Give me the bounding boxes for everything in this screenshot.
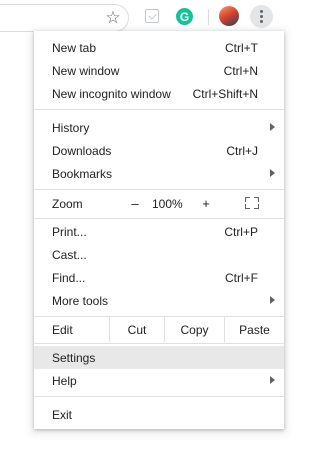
- menu-zoom-row: Zoom – 100% +: [34, 192, 284, 215]
- menu-item-history[interactable]: History: [34, 116, 284, 139]
- menu-item-label: Help: [52, 373, 77, 388]
- menu-divider: [34, 109, 284, 110]
- menu-item-print[interactable]: Print... Ctrl+P: [34, 220, 284, 243]
- edit-label: Edit: [52, 323, 73, 337]
- menu-item-find[interactable]: Find... Ctrl+F: [34, 266, 284, 289]
- menu-item-downloads[interactable]: Downloads Ctrl+J: [34, 139, 284, 162]
- menu-item-label: Bookmarks: [52, 166, 113, 181]
- menu-item-label: New tab: [52, 40, 97, 55]
- menu-item-label: Exit: [52, 407, 73, 422]
- menu-item-label: More tools: [52, 293, 109, 308]
- menu-item-new-window[interactable]: New window Ctrl+N: [34, 59, 284, 82]
- menu-divider: [34, 343, 284, 344]
- menu-item-new-tab[interactable]: New tab Ctrl+T: [34, 36, 284, 59]
- menu-divider: [34, 189, 284, 190]
- star-icon[interactable]: ☆: [102, 6, 124, 28]
- menu-item-shortcut: Ctrl+T: [225, 40, 258, 55]
- menu-item-more-tools[interactable]: More tools: [34, 289, 284, 312]
- more-vert-icon[interactable]: [250, 5, 273, 28]
- menu-item-label: History: [52, 120, 90, 135]
- submenu-arrow-icon: [270, 376, 275, 384]
- menu-item-shortcut: Ctrl+P: [224, 224, 258, 239]
- menu-item-exit[interactable]: Exit: [34, 403, 284, 426]
- menu-item-new-incognito-window[interactable]: New incognito window Ctrl+Shift+N: [34, 82, 284, 105]
- zoom-label: Zoom: [52, 197, 83, 211]
- pocket-extension-icon[interactable]: [145, 9, 159, 23]
- menu-item-label: Downloads: [52, 143, 112, 158]
- zoom-level: 100%: [152, 197, 183, 211]
- browser-toolbar: ☆ G: [0, 0, 300, 34]
- menu-item-shortcut: Ctrl+Shift+N: [192, 86, 258, 101]
- submenu-arrow-icon: [270, 169, 275, 177]
- menu-edit-row: Edit Cut Copy Paste: [34, 317, 284, 342]
- grammarly-extension-icon[interactable]: G: [176, 8, 193, 25]
- cut-button[interactable]: Cut: [109, 317, 164, 342]
- menu-item-settings[interactable]: Settings: [34, 346, 284, 369]
- zoom-out-button[interactable]: –: [128, 192, 142, 215]
- submenu-arrow-icon: [270, 296, 275, 304]
- submenu-arrow-icon: [270, 123, 275, 131]
- menu-item-shortcut: Ctrl+J: [226, 143, 258, 158]
- menu-item-label: Print...: [52, 224, 87, 239]
- chrome-main-menu: New tab Ctrl+T New window Ctrl+N New inc…: [34, 31, 284, 429]
- menu-item-label: New window: [52, 63, 120, 78]
- fullscreen-icon[interactable]: [245, 197, 259, 209]
- menu-divider: [34, 218, 284, 219]
- paste-button[interactable]: Paste: [224, 317, 284, 342]
- menu-item-shortcut: Ctrl+F: [225, 270, 258, 285]
- profile-avatar[interactable]: [219, 6, 239, 26]
- menu-item-bookmarks[interactable]: Bookmarks: [34, 162, 284, 185]
- menu-divider: [34, 396, 284, 397]
- menu-item-label: Find...: [52, 270, 86, 285]
- menu-item-shortcut: Ctrl+N: [223, 63, 258, 78]
- menu-item-cast[interactable]: Cast...: [34, 243, 284, 266]
- toolbar-divider: [208, 9, 209, 25]
- menu-item-label: Cast...: [52, 247, 87, 262]
- menu-item-label: New incognito window: [52, 86, 171, 101]
- copy-button[interactable]: Copy: [164, 317, 224, 342]
- menu-item-label: Settings: [52, 350, 96, 365]
- zoom-in-button[interactable]: +: [199, 192, 213, 215]
- menu-item-help[interactable]: Help: [34, 369, 284, 392]
